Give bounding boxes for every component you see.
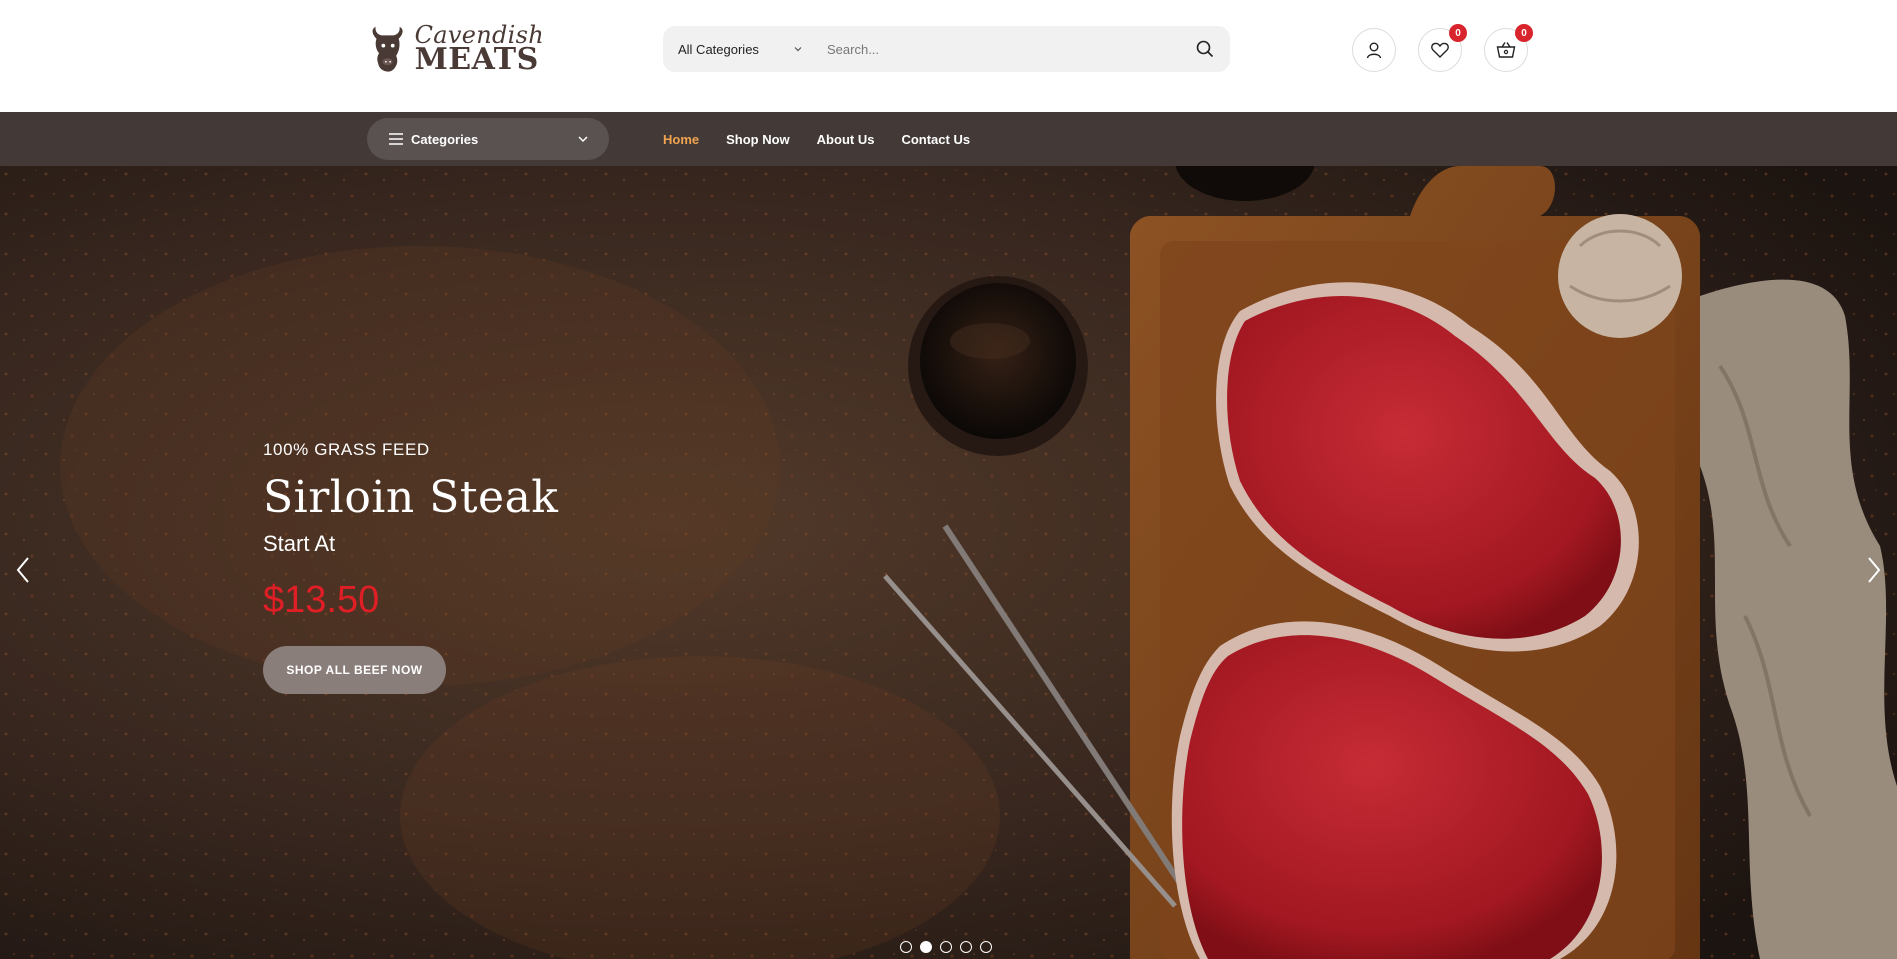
main-navbar: Categories Home Shop Now About Us Contac…: [0, 112, 1897, 166]
category-select-label: All Categories: [678, 41, 759, 57]
category-select[interactable]: All Categories: [663, 26, 813, 72]
cart-button[interactable]: 0: [1484, 24, 1533, 72]
account-button[interactable]: [1352, 28, 1396, 72]
brand-block: MEATS: [414, 42, 539, 77]
nav-links: Home Shop Now About Us Contact Us: [663, 112, 997, 166]
brand-logo[interactable]: Cavendish MEATS: [368, 18, 544, 80]
nav-link-contact-us[interactable]: Contact Us: [901, 132, 970, 147]
shop-beef-button[interactable]: SHOP ALL BEEF NOW: [263, 646, 446, 694]
hero-subline: Start At: [263, 531, 336, 556]
hero-eyebrow: 100% GRASS FEED: [263, 440, 430, 459]
nav-link-home[interactable]: Home: [663, 132, 699, 147]
site-header: Cavendish MEATS All Categories 0 0: [0, 0, 1897, 112]
categories-label: Categories: [411, 131, 479, 147]
slider-dot-1[interactable]: [900, 941, 912, 953]
cart-count-badge: 0: [1515, 24, 1533, 42]
hero-content: 100% GRASS FEED Sirloin Steak Start At $…: [263, 440, 558, 694]
chevron-right-icon: [1868, 557, 1881, 583]
categories-dropdown[interactable]: Categories: [367, 118, 609, 160]
search-input[interactable]: [813, 26, 1180, 72]
slider-dot-3[interactable]: [940, 941, 952, 953]
brand-wordmark: Cavendish MEATS: [415, 23, 544, 75]
wishlist-button[interactable]: 0: [1418, 24, 1467, 72]
chevron-left-icon: [16, 557, 29, 583]
bull-icon: [372, 26, 403, 72]
search-bar: All Categories: [663, 26, 1230, 72]
slider-prev-button[interactable]: [8, 550, 38, 590]
wishlist-count-badge: 0: [1449, 24, 1467, 42]
hamburger-icon: [389, 133, 403, 145]
slider-dot-2[interactable]: [920, 941, 932, 953]
nav-link-shop-now[interactable]: Shop Now: [726, 132, 790, 147]
page: Cavendish MEATS All Categories 0 0: [0, 0, 1897, 959]
basket-icon: [1496, 42, 1516, 58]
hero-slider: 100% GRASS FEED Sirloin Steak Start At $…: [0, 166, 1897, 959]
search-icon: [1196, 40, 1214, 58]
heart-icon: [1431, 42, 1449, 58]
slider-dot-5[interactable]: [980, 941, 992, 953]
hero-price: $13.50: [263, 579, 380, 621]
hero-headline: Sirloin Steak: [263, 472, 559, 523]
chevron-down-icon: [578, 136, 588, 143]
search-button[interactable]: [1180, 26, 1230, 72]
user-icon: [1366, 42, 1382, 59]
slider-dots: [900, 941, 992, 953]
slider-dot-4[interactable]: [960, 941, 972, 953]
chevron-down-icon: [794, 47, 802, 52]
nav-link-about-us[interactable]: About Us: [817, 132, 875, 147]
slider-next-button[interactable]: [1859, 550, 1889, 590]
